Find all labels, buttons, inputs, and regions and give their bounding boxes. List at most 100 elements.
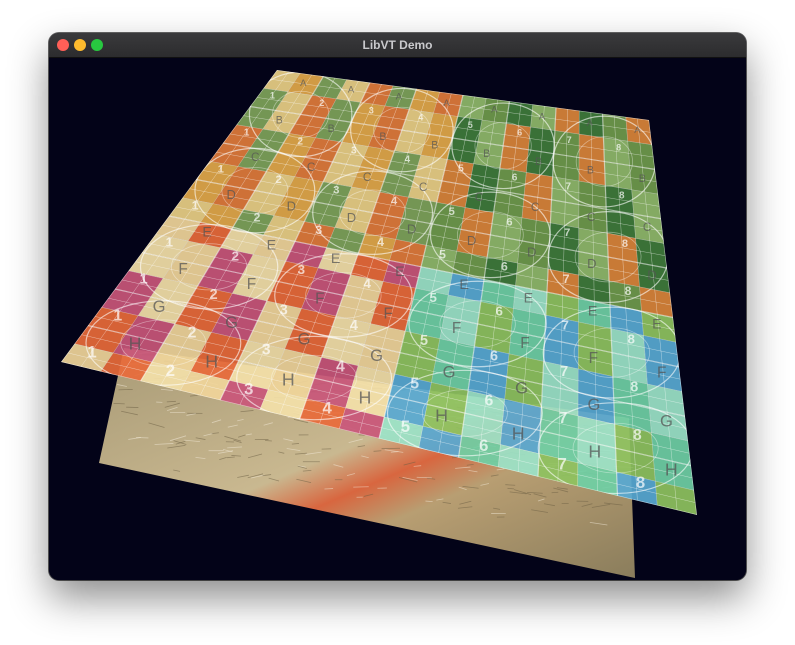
fur-stroke (265, 440, 272, 442)
row-letter-label: E (652, 317, 661, 333)
row-letter-label: E (202, 224, 211, 240)
column-number-label: 8 (619, 191, 625, 202)
row-letter-label: F (520, 335, 529, 352)
row-letter-label: F (384, 305, 393, 322)
row-letter-label: G (370, 346, 383, 365)
row-letter-label: B (328, 123, 335, 135)
column-number-label: 6 (512, 173, 518, 184)
column-number-label: 4 (418, 113, 423, 123)
row-letter-label: C (643, 220, 652, 234)
row-letter-label: D (407, 221, 416, 236)
row-letter-label: E (524, 290, 533, 306)
column-number-label: 8 (625, 284, 632, 298)
column-number-label: 2 (232, 248, 239, 263)
row-letter-label: C (419, 180, 428, 194)
column-number-label: 4 (350, 318, 358, 334)
row-letter-label: C (363, 170, 372, 184)
row-letter-label: C (531, 200, 540, 214)
column-number-label: 1 (270, 91, 275, 101)
window-title: LibVT Demo (362, 38, 433, 52)
fur-stroke (551, 491, 559, 494)
column-number-label: 3 (333, 185, 339, 197)
row-letter-label: F (315, 291, 324, 308)
column-number-label: 6 (495, 304, 502, 319)
column-number-label: 7 (565, 182, 571, 193)
column-number-label: 2 (297, 137, 303, 148)
column-number-label: 5 (468, 120, 473, 130)
row-letter-label: C (307, 160, 316, 174)
column-number-label: 3 (262, 342, 271, 359)
column-number-label: 5 (410, 376, 419, 393)
column-number-label: 2 (276, 174, 282, 186)
column-number-label: 3 (280, 302, 288, 318)
row-letter-label: A (634, 124, 641, 135)
column-number-label: 6 (490, 349, 498, 365)
row-letter-label: C (251, 150, 260, 164)
column-number-label: 7 (564, 227, 570, 239)
row-letter-label: E (267, 238, 276, 254)
column-number-label: 7 (557, 454, 566, 473)
row-letter-label: H (512, 423, 525, 443)
column-number-label: 2 (166, 361, 175, 380)
row-letter-label: D (347, 210, 356, 225)
title-bar[interactable]: LibVT Demo (49, 33, 746, 58)
column-number-label: 6 (501, 260, 508, 274)
row-letter-label: A (300, 77, 307, 88)
row-letter-label: D (287, 198, 296, 213)
row-letter-label: A (443, 97, 450, 108)
row-letter-label: E (331, 251, 340, 267)
row-letter-label: A (396, 90, 403, 101)
column-number-label: 8 (630, 380, 638, 396)
row-letter-label: H (665, 459, 678, 479)
row-letter-label: B (379, 131, 386, 143)
column-number-label: 5 (401, 417, 410, 436)
row-letter-label: F (589, 350, 598, 367)
scene-svg: A 1 A 2 A 3 A 4 A 5 A 6 A 7 A 8 B 1 B 2 B 3 B 4 B 5 B 6 B 7 B 8 C 1 C 2 C 3 C 4… (49, 58, 746, 580)
row-letter-label: F (247, 276, 256, 293)
fur-stroke (507, 487, 515, 490)
column-number-label: 8 (627, 331, 634, 346)
column-number-label: 4 (377, 235, 384, 249)
column-number-label: 8 (616, 142, 621, 152)
column-number-label: 7 (561, 318, 568, 333)
column-number-label: 2 (319, 98, 324, 108)
row-letter-label: B (276, 114, 283, 126)
row-letter-label: G (588, 395, 601, 414)
column-number-label: 2 (188, 324, 197, 341)
column-number-label: 7 (563, 272, 570, 286)
column-number-label: 3 (298, 262, 305, 277)
row-letter-label: E (588, 303, 597, 319)
column-number-label: 1 (218, 163, 224, 175)
column-number-label: 4 (391, 195, 398, 207)
column-number-label: 6 (485, 393, 494, 410)
row-letter-label: D (647, 268, 656, 283)
column-number-label: 8 (622, 238, 628, 250)
row-letter-label: H (435, 405, 448, 425)
row-letter-label: B (639, 173, 646, 185)
column-number-label: 3 (351, 146, 357, 157)
row-letter-label: H (588, 441, 601, 461)
column-number-label: 5 (430, 290, 438, 305)
row-letter-label: G (153, 297, 166, 316)
column-number-label: 5 (439, 247, 446, 261)
column-number-label: 1 (113, 307, 122, 324)
fur-stroke (425, 500, 433, 502)
row-letter-label: D (467, 233, 476, 248)
row-letter-label: E (459, 277, 468, 293)
row-letter-label: C (587, 210, 596, 224)
column-number-label: 4 (364, 276, 372, 291)
row-letter-label: C (475, 190, 484, 204)
column-number-label: 6 (506, 217, 512, 229)
fur-stroke (118, 388, 133, 391)
row-letter-label: B (431, 139, 438, 151)
column-number-label: 3 (315, 223, 322, 237)
render-viewport[interactable]: A 1 A 2 A 3 A 4 A 5 A 6 A 7 A 8 B 1 B 2 B 3 B 4 B 5 B 6 B 7 B 8 C 1 C 2 C 3 C 4… (49, 58, 746, 580)
column-number-label: 5 (449, 206, 455, 218)
row-letter-label: B (587, 165, 594, 177)
row-letter-label: B (535, 156, 542, 168)
row-letter-label: A (587, 117, 594, 128)
column-number-label: 7 (567, 135, 572, 145)
column-number-label: 4 (322, 398, 332, 417)
column-number-label: 1 (166, 234, 174, 249)
column-number-label: 2 (254, 211, 261, 225)
